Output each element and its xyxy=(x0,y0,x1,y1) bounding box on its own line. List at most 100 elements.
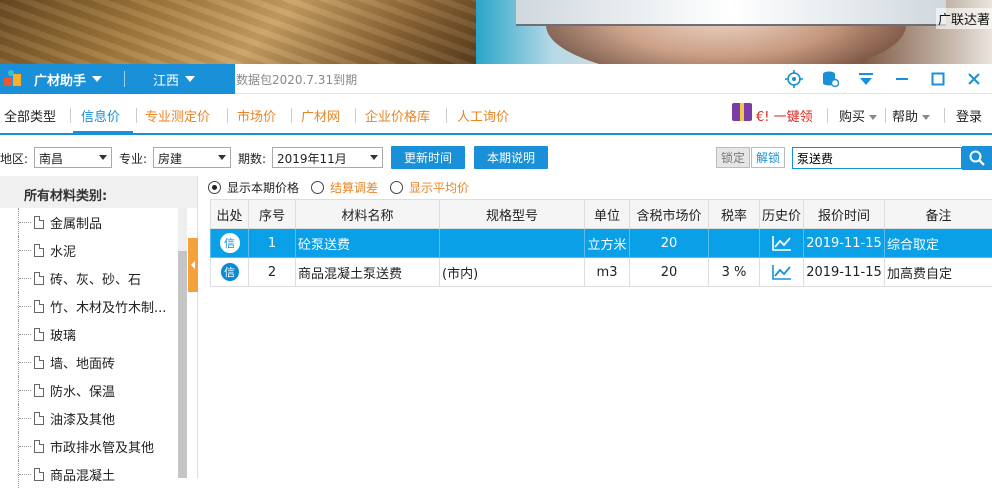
table-row[interactable]: 信1砼泵送费立方米202019-11-15综合取定 xyxy=(211,229,992,258)
chevron-down-icon xyxy=(370,155,378,160)
collapse-sidebar-button[interactable] xyxy=(188,238,198,292)
show-avg-label: 显示平均价 xyxy=(409,179,469,196)
document-icon xyxy=(34,440,44,453)
radio-settle-adjust[interactable] xyxy=(311,181,324,194)
column-header[interactable]: 出处 xyxy=(211,200,249,229)
help-label: 帮助 xyxy=(892,110,918,125)
gift-icon[interactable] xyxy=(732,103,752,121)
login-link[interactable]: 登录 xyxy=(956,106,982,125)
radio-show-avg[interactable] xyxy=(390,181,403,194)
datapack-expiry: 数据包2020.7.31到期 xyxy=(236,71,357,88)
column-header[interactable]: 序号 xyxy=(249,200,296,229)
banner-tag: 广联达著 xyxy=(936,8,992,29)
sidebar-item[interactable]: 市政排水管及其他 xyxy=(0,432,197,460)
date-cell: 2019-11-15 xyxy=(804,258,885,287)
chevron-down-icon xyxy=(922,115,930,120)
major-value: 房建 xyxy=(158,152,182,166)
target-icon[interactable] xyxy=(776,64,812,94)
column-header[interactable]: 含税市场价 xyxy=(630,200,709,229)
trend-chart-icon[interactable] xyxy=(772,235,792,251)
tab-info-price[interactable]: 信息价 xyxy=(81,106,120,125)
column-header[interactable]: 备注 xyxy=(885,200,992,229)
tab-professional-price[interactable]: 专业测定价 xyxy=(145,106,210,125)
show-current-label: 显示本期价格 xyxy=(227,179,299,196)
major-select[interactable]: 房建 xyxy=(153,147,231,168)
history-cell xyxy=(760,258,804,287)
sidebar-item[interactable]: 防水、保温 xyxy=(0,376,197,404)
sidebar-item[interactable]: 金属制品 xyxy=(0,208,197,236)
help-menu[interactable]: 帮助 xyxy=(892,106,930,125)
sidebar-item[interactable]: 水泥 xyxy=(0,236,197,264)
price-options: 显示本期价格 结算调差 显示平均价 xyxy=(208,178,481,196)
trend-chart-icon[interactable] xyxy=(772,264,792,280)
tab-market-price[interactable]: 市场价 xyxy=(237,106,276,125)
column-header[interactable]: 税率 xyxy=(709,200,760,229)
database-icon[interactable] xyxy=(812,64,848,94)
divider xyxy=(355,108,356,123)
sidebar-item[interactable]: 竹、木材及竹木制... xyxy=(0,292,197,320)
sidebar-item-label: 油漆及其他 xyxy=(50,409,115,428)
buy-label: 购买 xyxy=(839,110,865,125)
buy-menu[interactable]: 购买 xyxy=(839,106,877,125)
search-input[interactable] xyxy=(792,147,962,169)
sidebar-item[interactable]: 砖、灰、砂、石 xyxy=(0,264,197,292)
sidebar-item[interactable]: 玻璃 xyxy=(0,320,197,348)
column-header[interactable]: 单位 xyxy=(585,200,630,229)
sidebar-item-label: 砖、灰、砂、石 xyxy=(50,269,141,288)
sidebar-item[interactable]: 商品混凝土 xyxy=(0,460,197,488)
filter-bar: 地区: 南昌 专业: 房建 期数: 2019年11月 更新时间 本期说明 锁定 … xyxy=(0,140,992,174)
banner-image-right xyxy=(476,0,992,64)
app-title[interactable]: 广材助手 xyxy=(34,70,86,89)
material-name-cell: 砼泵送费 xyxy=(296,229,440,258)
lock-button[interactable]: 锁定 xyxy=(716,147,750,168)
area-select[interactable]: 南昌 xyxy=(34,147,112,168)
info-price-badge: 信 xyxy=(220,233,240,253)
chevron-down-icon[interactable] xyxy=(92,76,102,82)
major-label: 专业: xyxy=(119,150,147,167)
sidebar-item[interactable]: 油漆及其他 xyxy=(0,404,197,432)
note-cell: 综合取定 xyxy=(885,229,992,258)
column-header[interactable]: 历史价 xyxy=(760,200,804,229)
table-row[interactable]: 信2商品混凝土泵送费(市内)m3203 %2019-11-15加高费自定 xyxy=(211,258,992,287)
column-header[interactable]: 规格型号 xyxy=(440,200,585,229)
app-menu[interactable]: 广材助手 江西 xyxy=(0,64,235,94)
price-cell: 20 xyxy=(630,229,709,258)
sidebar-item[interactable]: 墙、地面砖 xyxy=(0,348,197,376)
tab-all-types[interactable]: 全部类型 xyxy=(4,106,56,125)
minimize-icon[interactable] xyxy=(884,64,920,94)
spec-cell xyxy=(440,229,585,258)
menu-down-icon[interactable] xyxy=(848,64,884,94)
tab-gcw[interactable]: 广材网 xyxy=(301,106,340,125)
spec-cell: (市内) xyxy=(440,258,585,287)
material-name-cell: 商品混凝土泵送费 xyxy=(296,258,440,287)
chevron-down-icon xyxy=(869,115,877,120)
app-logo-icon xyxy=(2,68,26,90)
region-selector[interactable]: 江西 xyxy=(153,70,179,89)
chevron-down-icon xyxy=(99,155,107,160)
divider xyxy=(70,108,71,123)
source-cell: 信 xyxy=(211,258,249,287)
document-icon xyxy=(34,328,44,341)
column-header[interactable]: 材料名称 xyxy=(296,200,440,229)
close-icon[interactable] xyxy=(956,64,992,94)
chevron-down-icon[interactable] xyxy=(185,76,195,82)
search-button[interactable] xyxy=(962,146,992,170)
update-time-button[interactable]: 更新时间 xyxy=(391,146,465,169)
source-cell: 信 xyxy=(211,229,249,258)
tab-enterprise-price[interactable]: 企业价格库 xyxy=(365,106,430,125)
sidebar-scroll-thumb[interactable] xyxy=(178,251,187,478)
title-bar: 广材助手 江西 数据包2020.7.31到期 xyxy=(0,64,992,94)
divider xyxy=(227,108,228,123)
sidebar-item-label: 玻璃 xyxy=(50,325,76,344)
tab-manual-inquiry[interactable]: 人工询价 xyxy=(457,106,509,125)
unlock-button[interactable]: 解锁 xyxy=(751,147,785,168)
document-icon xyxy=(34,300,44,313)
promo-link[interactable]: €! 一键领 xyxy=(756,106,813,125)
period-description-button[interactable]: 本期说明 xyxy=(474,146,548,169)
sidebar-item-label: 市政排水管及其他 xyxy=(50,437,154,456)
radio-show-current[interactable] xyxy=(208,181,221,194)
column-header[interactable]: 报价时间 xyxy=(804,200,885,229)
period-select[interactable]: 2019年11月 xyxy=(272,147,383,168)
maximize-icon[interactable] xyxy=(920,64,956,94)
area-value: 南昌 xyxy=(39,152,63,166)
